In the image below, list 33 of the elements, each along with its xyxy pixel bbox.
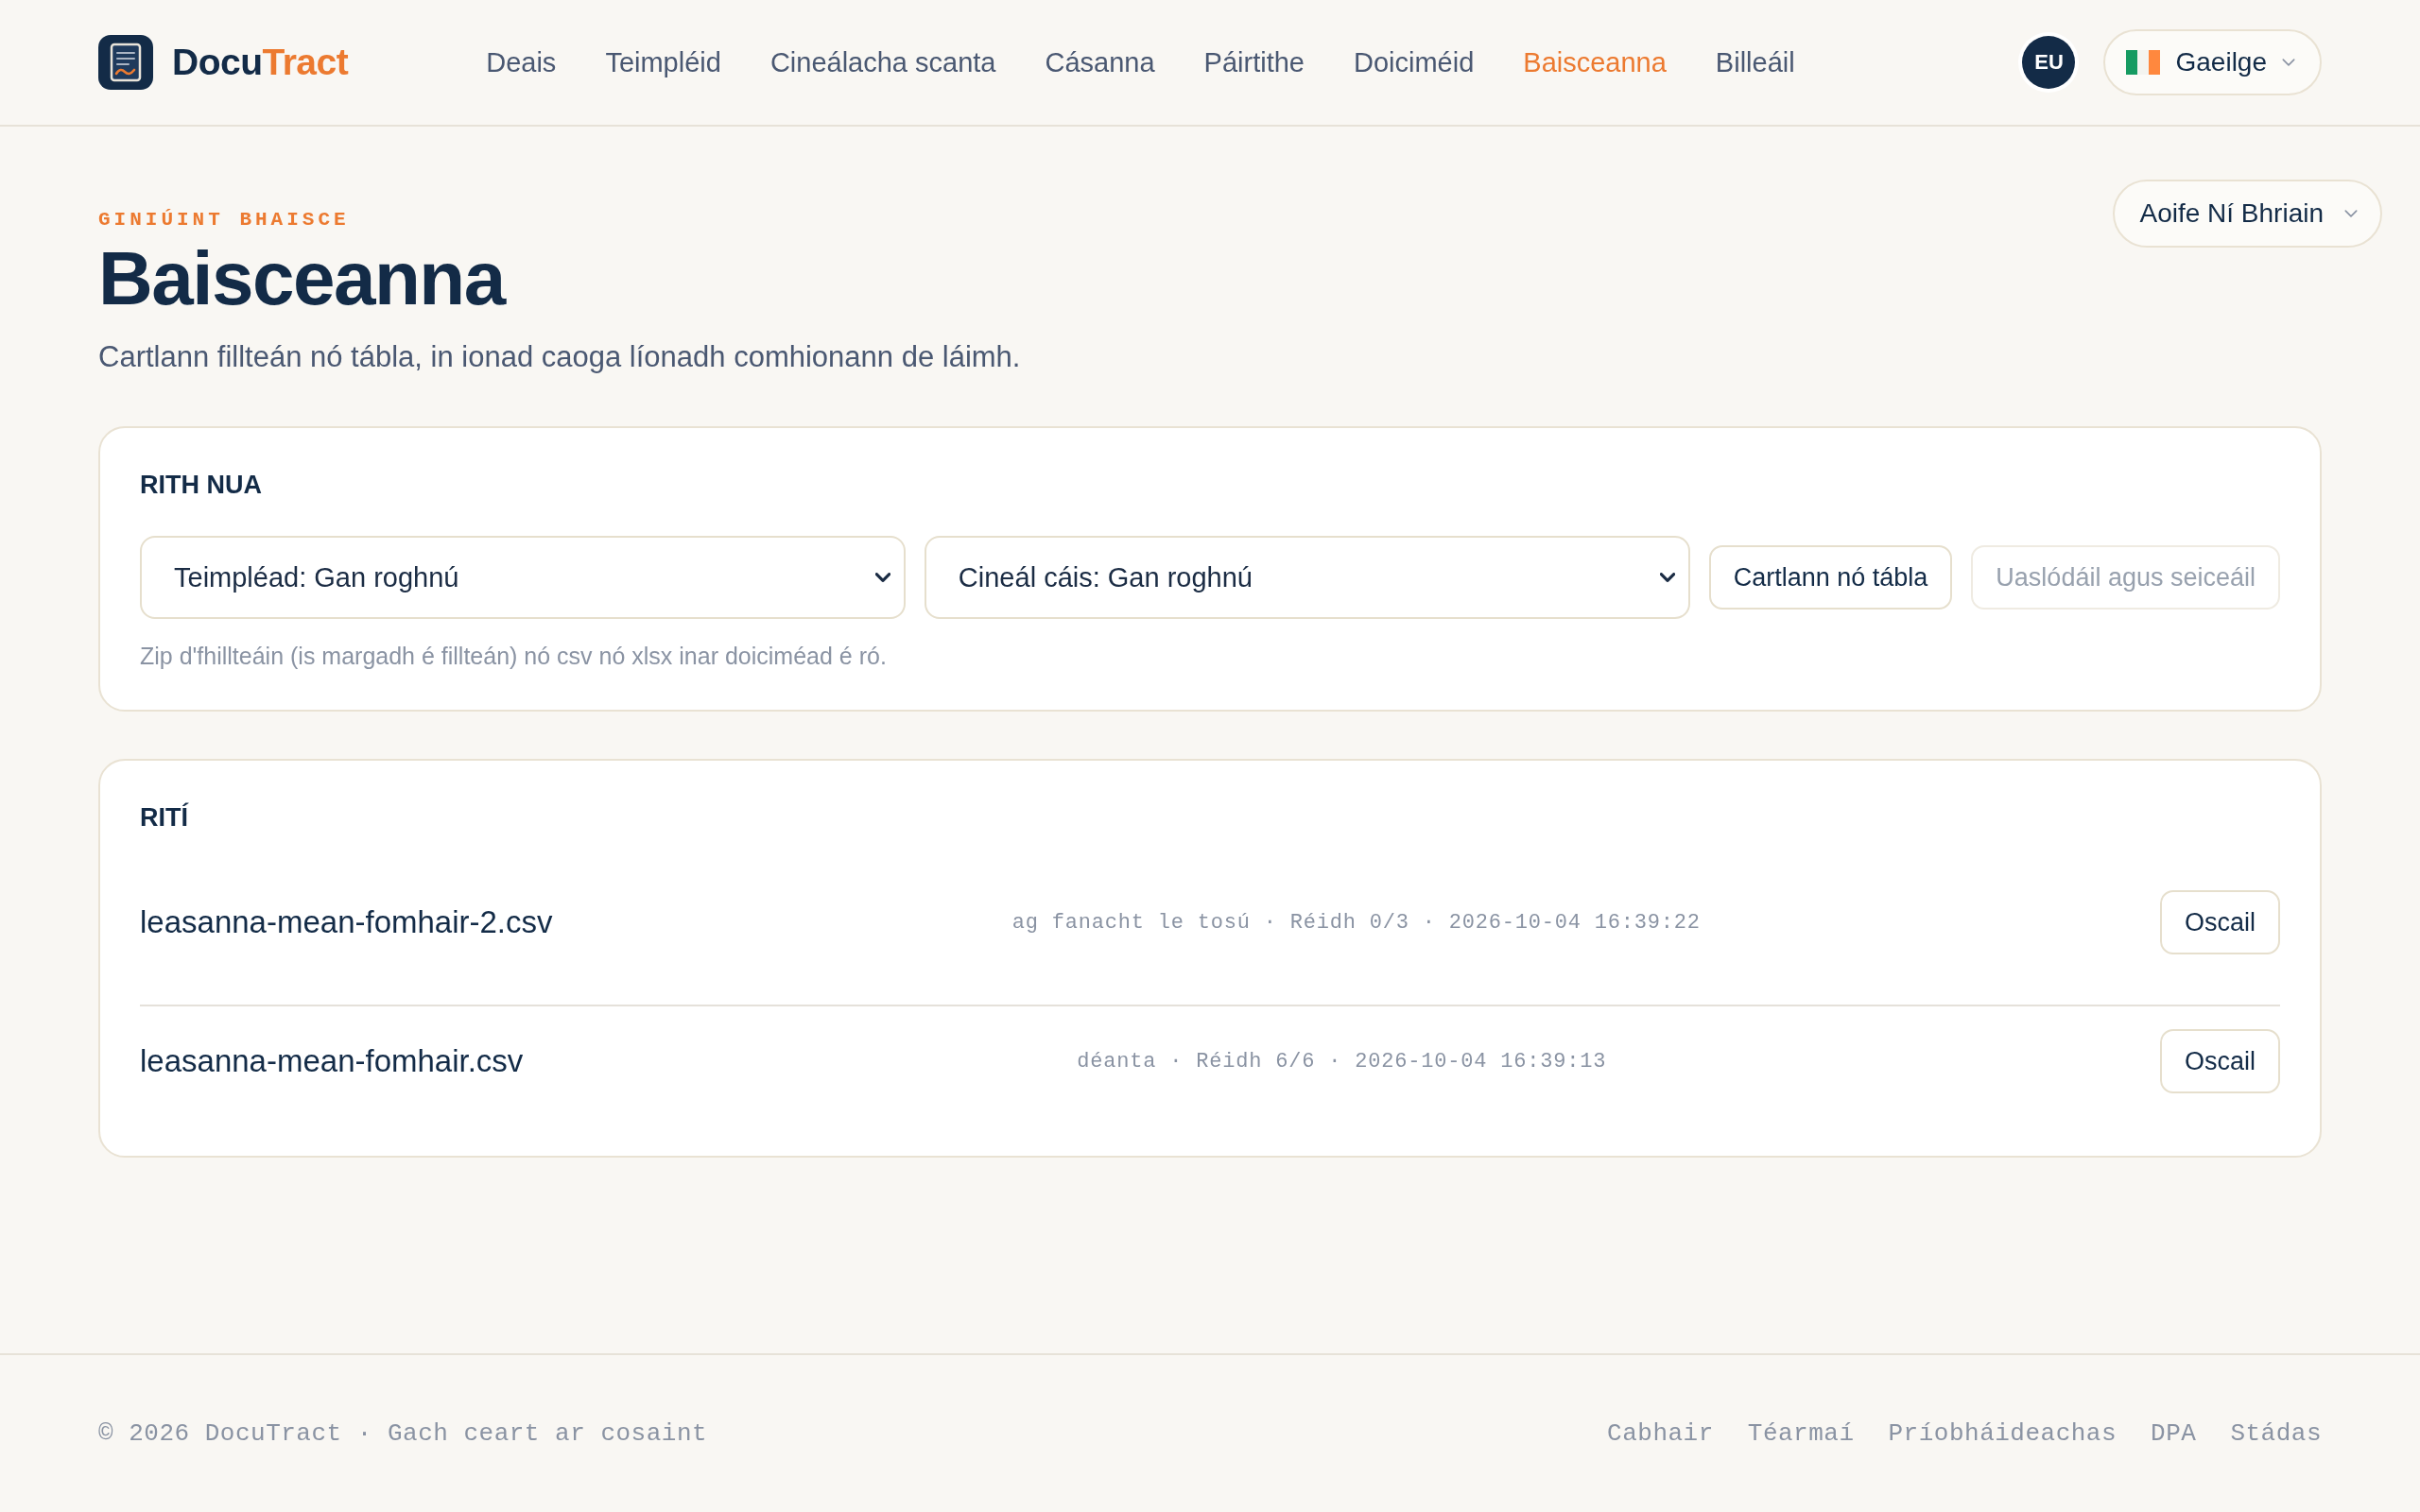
dropdown-select[interactable]: Cineál cáis: Gan roghnú	[924, 536, 1690, 619]
logo-text: DocuTract	[172, 42, 349, 83]
chevron-down-icon	[2282, 59, 2295, 66]
region-badge: EU	[2022, 36, 2076, 89]
language-button[interactable]: Gaeilge	[2103, 29, 2322, 95]
nav-link[interactable]: Doiciméid	[1353, 46, 1475, 78]
chevron-down-icon	[1659, 573, 1675, 582]
logo-icon	[98, 35, 153, 90]
open-button[interactable]: Oscail	[2159, 890, 2280, 954]
page-eyebrow: GINIÚINT BHAISCE	[98, 210, 350, 230]
action-button[interactable]: Cartlann nó tábla	[1708, 545, 1953, 610]
run-filename: leasanna-mean-fomhair.csv	[140, 1043, 524, 1079]
nav-link[interactable]: Billeáil	[1715, 46, 1795, 78]
nav-link[interactable]: Deais	[486, 46, 557, 78]
flag-icon	[2126, 50, 2161, 75]
nav-link[interactable]: Teimpléid	[605, 46, 721, 78]
chevron-down-icon	[2344, 210, 2358, 217]
page-title: Baisceanna	[98, 237, 505, 320]
chevron-down-icon	[874, 573, 890, 582]
run-filename: leasanna-mean-fomhair-2.csv	[140, 904, 553, 940]
dropdown-select[interactable]: Teimpléad: Gan roghnú	[140, 536, 906, 619]
hint-text: Zip d'fhillteáin (is margadh é fillteán) nó csv nó xlsx inar doiciméad é ró.	[140, 642, 887, 670]
run-meta: déanta · Réidh 6/6 · 2026-10-04 16:39:13	[1077, 1049, 1607, 1074]
card-heading: RITH NUA	[140, 470, 262, 501]
page-subtitle: Cartlann fillteán nó tábla, in ionad caoga líonadh comhionann de láimh.	[98, 340, 1021, 374]
run-meta: ag fanacht le tosú · Réidh 0/3 · 2026-10-04 16:39:22	[1011, 910, 1701, 935]
nav-link[interactable]: Cineálacha scanta	[769, 46, 996, 78]
nav-link[interactable]: Páirtithe	[1203, 46, 1305, 78]
open-button[interactable]: Oscail	[2159, 1029, 2280, 1093]
footer-copyright: © 2026 DocuTract · Gach ceart ar cosaint	[98, 1419, 708, 1448]
user-menu-button[interactable]: Aoife Ní Bhriain	[2113, 180, 2382, 248]
nav-link[interactable]: Cásanna	[1045, 46, 1155, 78]
card-heading: RITÍ	[140, 801, 188, 833]
